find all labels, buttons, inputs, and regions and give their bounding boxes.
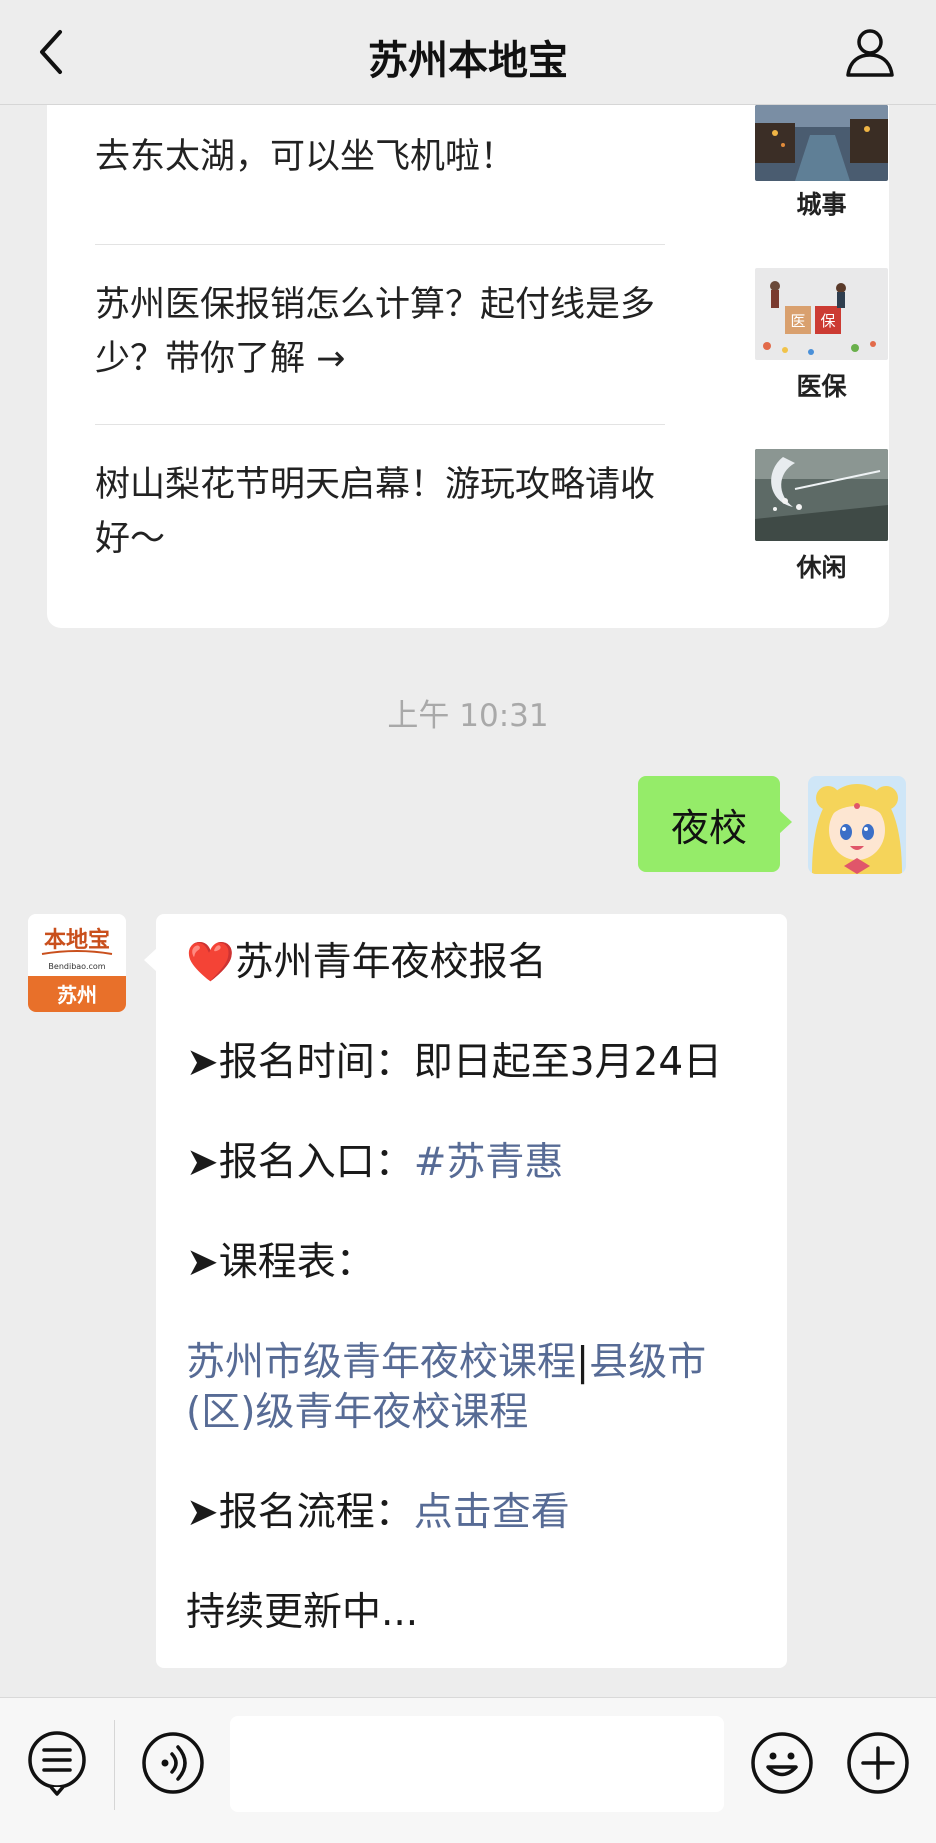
user-avatar[interactable] [808,776,906,874]
logo-city: 苏州 [57,983,97,1007]
schedule-label: 课程表： [218,1240,375,1285]
article-tag: 城事 [796,190,847,219]
signup-entry-line: ➤报名入口：#苏青惠 [186,1138,776,1188]
article-card: 去东太湖，可以坐飞机啦！ 城事 苏州医保报销怎么计算？起付线是多少？带你了解 →… [47,105,889,628]
logo-domain: Bendibao.com [48,962,105,971]
article-thumbnail[interactable]: 医 保 [755,268,888,360]
reply-title: 苏州青年夜校报名 [234,940,547,985]
divider [95,424,665,425]
article-title[interactable]: 苏州医保报销怎么计算？起付线是多少？带你了解 → [95,278,665,386]
article-tag: 休闲 [796,553,847,582]
bot-avatar[interactable]: 本地宝 Bendibao.com 苏州 [28,914,126,1012]
arrow-icon: ➤ [186,1140,219,1185]
message-timestamp: 上午 10:31 [387,698,549,734]
emoji-icon[interactable] [749,1730,815,1796]
voice-icon[interactable] [140,1730,206,1796]
arrow-icon: ➤ [186,1240,219,1285]
signup-process-line: ➤报名流程：点击查看 [186,1488,776,1538]
divider [95,244,665,245]
article-thumbnail[interactable] [755,105,888,181]
signup-entry-label: 报名入口： [218,1140,414,1185]
thumb-char: 保 [820,312,835,330]
sent-message-text: 夜校 [670,805,747,850]
city-schedule-link[interactable]: 苏州市级青年夜校课程 [186,1340,576,1385]
arrow-icon: ➤ [186,1040,219,1085]
arrow-icon: ➤ [186,1490,219,1535]
logo-brand: 本地宝 [44,927,110,953]
plus-icon[interactable] [845,1730,911,1796]
thumb-char: 医 [790,312,805,330]
message-input[interactable] [230,1716,724,1812]
schedule-separator: | [576,1340,590,1385]
person-icon[interactable] [844,26,896,78]
signup-entry-link[interactable]: #苏青惠 [414,1140,564,1185]
schedule-line: ➤课程表： [186,1238,776,1288]
bendibao-logo-icon: 本地宝 Bendibao.com 苏州 [28,914,126,1012]
input-toolbar [0,1697,936,1843]
article-tag: 医保 [796,372,847,401]
article-title[interactable]: 去东太湖，可以坐飞机啦！ [95,130,665,184]
signup-process-label: 报名流程： [218,1490,414,1535]
chat-title: 苏州本地宝 [368,38,568,84]
toolbar-divider [114,1720,115,1810]
article-thumbnail[interactable] [755,449,888,541]
signup-time-value: 即日起至3月24日 [413,1040,723,1085]
signup-process-link[interactable]: 点击查看 [414,1490,570,1535]
signup-time-line: ➤报名时间：即日起至3月24日 [186,1038,776,1088]
signup-time-label: 报名时间： [218,1040,414,1085]
reply-footer: 持续更新中... [186,1590,419,1635]
sent-message-bubble[interactable]: 夜校 [638,776,792,872]
list-menu-icon[interactable] [24,1730,90,1796]
article-title[interactable]: 树山梨花节明天启幕！游玩攻略请收好～ [95,458,665,566]
received-message-bubble: ❤️苏州青年夜校报名 ➤报名时间：即日起至3月24日 ➤报名入口：#苏青惠 ➤课… [144,914,787,1668]
reply-title-line: ❤️苏州青年夜校报名 [186,938,776,988]
schedule-links: 苏州市级青年夜校课程|县级市(区)级青年夜校课程 [186,1338,766,1438]
heart-icon: ❤️ [186,940,235,985]
nav-bar: 苏州本地宝 [0,0,936,105]
